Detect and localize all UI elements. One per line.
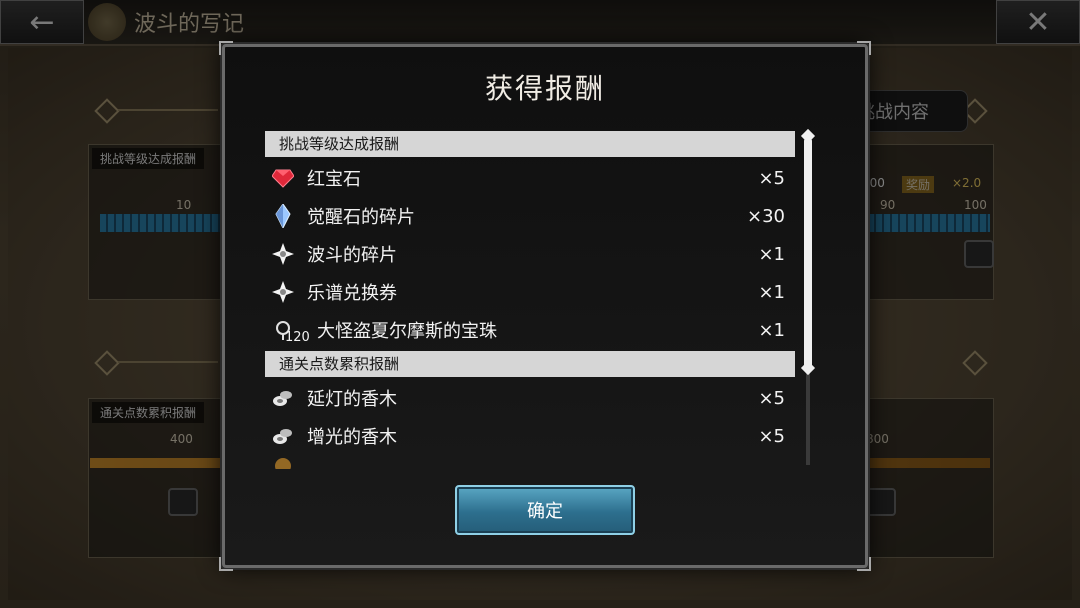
orb-icon: 120 bbox=[271, 318, 310, 345]
list-item: 增光的香木 ×5 bbox=[265, 417, 795, 455]
corner-ornament bbox=[857, 557, 871, 571]
item-name: 波斗的碎片 bbox=[307, 245, 397, 266]
list-item: 红宝石 ×5 bbox=[265, 159, 795, 197]
item-quantity: ×1 bbox=[758, 243, 785, 265]
reward-dialog: 获得报酬 挑战等级达成报酬 红宝石 ×5 觉醒石的碎片 ×30 波斗的碎片 ×1 bbox=[219, 41, 871, 571]
corner-ornament bbox=[219, 557, 233, 571]
item-name: 觉醒石的碎片 bbox=[307, 207, 415, 228]
awaken-stone-shard-icon bbox=[271, 204, 295, 228]
dialog-title: 获得报酬 bbox=[484, 72, 605, 105]
list-item-partial bbox=[265, 455, 795, 469]
star-shard-icon bbox=[271, 280, 295, 304]
item-name: 红宝石 bbox=[307, 169, 361, 190]
confirm-label: 确定 bbox=[527, 501, 563, 522]
reward-list[interactable]: 挑战等级达成报酬 红宝石 ×5 觉醒石的碎片 ×30 波斗的碎片 ×1 乐谱兑换… bbox=[265, 129, 795, 469]
confirm-button[interactable]: 确定 bbox=[455, 485, 635, 535]
item-quantity: ×30 bbox=[747, 205, 785, 227]
corner-ornament bbox=[857, 41, 871, 55]
item-name: 增光的香木 bbox=[307, 427, 397, 448]
item-name: 乐谱兑换券 bbox=[307, 283, 397, 304]
item-name: 延灯的香木 bbox=[307, 389, 397, 410]
incense-wood-icon bbox=[271, 386, 295, 410]
list-item: 波斗的碎片 ×1 bbox=[265, 235, 795, 273]
item-quantity: ×1 bbox=[758, 319, 785, 341]
list-item: 乐谱兑换券 ×1 bbox=[265, 273, 795, 311]
item-icon bbox=[271, 455, 295, 469]
orb-level: 120 bbox=[285, 330, 310, 345]
list-item: 觉醒石的碎片 ×30 bbox=[265, 197, 795, 235]
reward-list-scrollbar[interactable] bbox=[800, 128, 816, 465]
item-quantity: ×5 bbox=[758, 387, 785, 409]
item-quantity: ×1 bbox=[758, 281, 785, 303]
section-header-level-rewards: 挑战等级达成报酬 bbox=[265, 131, 795, 157]
item-quantity: ×5 bbox=[758, 425, 785, 447]
ruby-icon bbox=[271, 166, 295, 190]
incense-wood-icon bbox=[271, 424, 295, 448]
corner-ornament bbox=[219, 41, 233, 55]
section-header-points-rewards: 通关点数累积报酬 bbox=[265, 351, 795, 377]
item-quantity: ×5 bbox=[758, 167, 785, 189]
item-name: 大怪盗夏尔摩斯的宝珠 bbox=[317, 321, 497, 342]
star-shard-icon bbox=[271, 242, 295, 266]
scroll-thumb[interactable] bbox=[804, 139, 812, 369]
list-item: 延灯的香木 ×5 bbox=[265, 379, 795, 417]
list-item: 120 大怪盗夏尔摩斯的宝珠 ×1 bbox=[265, 311, 795, 349]
